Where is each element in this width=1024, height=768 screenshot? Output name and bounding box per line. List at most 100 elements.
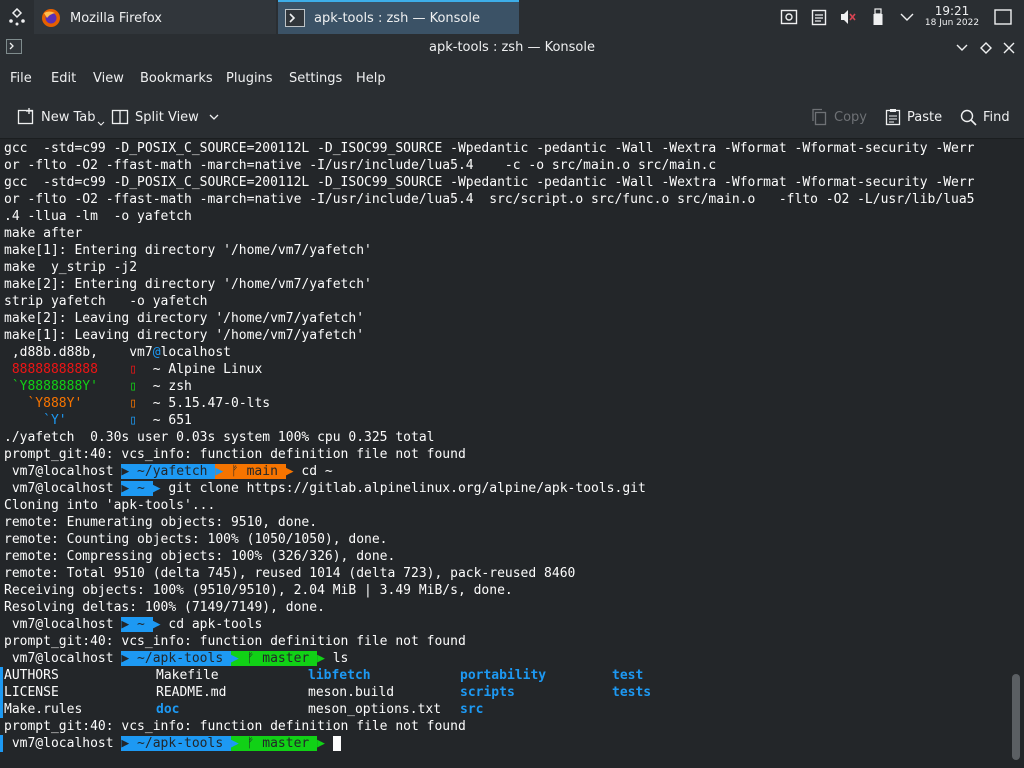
copy-label: Copy [834, 109, 867, 125]
ls-row: meson_options.txt [308, 701, 441, 718]
close-button[interactable] [1000, 39, 1018, 57]
terminal-line: prompt_git:40: vcs_info: function defini… [4, 719, 466, 734]
ls-dir: doc [156, 702, 180, 717]
ls-dir: src [460, 702, 484, 717]
terminal-line: Resolving deltas: 100% (7149/7149), done… [4, 600, 325, 615]
prompt-arrow: ▶ [285, 464, 294, 479]
prompt-arrow: ▶ [121, 617, 130, 632]
ls-row: meson.build [308, 684, 394, 701]
prompt-line: vm7@localhost ▶ ~/apk-tools ▶ ᚠ master ▶ [4, 735, 341, 752]
split-view-label: Split View [135, 109, 199, 125]
packages-icon: ▯ [129, 413, 138, 428]
close-icon [1003, 42, 1015, 54]
ls-row: LICENSE [4, 684, 59, 701]
new-tab-label: New Tab [41, 109, 96, 125]
menu-plugins[interactable]: Plugins [226, 71, 273, 86]
ls-entry: LICENSE [4, 685, 59, 700]
terminal-line: make after [4, 226, 83, 241]
clock-date: 18 Jun 2022 [924, 18, 980, 28]
fetch-user: vm7 [129, 345, 153, 360]
tray-vault[interactable] [778, 0, 800, 34]
find-button[interactable]: Find [960, 106, 1010, 128]
tray-volume[interactable] [837, 0, 859, 34]
prompt-host: vm7@localhost [4, 736, 122, 751]
terminal-line: make[2]: Leaving directory '/home/vm7/ya… [4, 311, 365, 326]
selection-marker [0, 667, 3, 718]
alpine-logo-line: `Y8888888Y' [4, 379, 98, 394]
selection-marker [0, 735, 3, 752]
dropdown-arrow-icon [97, 121, 104, 126]
fetch-shell: zsh [168, 379, 192, 394]
ls-entry: Make.rules [4, 702, 83, 717]
prompt-host: vm7@localhost [4, 617, 122, 632]
show-desktop-button[interactable] [990, 0, 1016, 34]
chevron-down-icon [900, 13, 914, 21]
terminal-line: remote: Compressing objects: 100% (326/3… [4, 549, 396, 564]
terminal-view[interactable]: gcc -std=c99 -D_POSIX_C_SOURCE=200112L -… [0, 139, 1008, 768]
split-view-icon [111, 109, 129, 125]
task-firefox[interactable]: Mozilla Firefox [34, 0, 276, 34]
prompt-line: vm7@localhost ▶ ~ ▶ cd apk-tools [4, 616, 262, 633]
terminal-line: or -flto -O2 -ffast-math -march=native -… [4, 192, 975, 207]
terminal-line: prompt_git:40: vcs_info: function defini… [4, 447, 466, 462]
ls-row: test [612, 667, 643, 684]
copy-button[interactable]: Copy [810, 106, 867, 128]
prompt-branch: ᚠ main [223, 464, 286, 479]
search-icon [960, 109, 977, 126]
prompt-arrow: ▶ [317, 736, 325, 751]
clipboard-icon [811, 9, 827, 26]
menu-settings[interactable]: Settings [289, 71, 342, 86]
ls-row: Makefile [156, 667, 219, 684]
terminal-scrollbar[interactable] [1008, 139, 1024, 768]
menu-bookmarks[interactable]: Bookmarks [140, 71, 213, 86]
copy-icon [812, 108, 827, 126]
firefox-icon [40, 7, 62, 29]
text-cursor [332, 736, 341, 751]
maximize-button[interactable] [977, 39, 995, 57]
terminal-line: or -flto -O2 -ffast-math -march=native -… [4, 158, 717, 173]
launcher-icon [9, 8, 25, 26]
ls-entry: Makefile [156, 668, 219, 683]
window-titlebar[interactable]: apk-tools : zsh — Konsole [0, 34, 1024, 62]
split-view-button[interactable]: Split View [111, 106, 225, 128]
prompt-branch: ᚠ master [238, 736, 318, 751]
prompt-arrow: ▶ [152, 481, 161, 496]
menu-edit[interactable]: Edit [51, 71, 76, 86]
prompt-dir: ~ [129, 481, 153, 496]
task-konsole[interactable]: apk-tools : zsh — Konsole [278, 0, 519, 34]
prompt-command: ls [332, 651, 349, 666]
prompt-command: git clone https://gitlab.alpinelinux.org… [168, 481, 646, 496]
terminal-line: make[1]: Leaving directory '/home/vm7/ya… [4, 328, 365, 343]
window-title: apk-tools : zsh — Konsole [429, 40, 595, 55]
clock-time: 19:21 [934, 4, 970, 18]
scrollbar-thumb[interactable] [1012, 674, 1020, 760]
ls-entry: README.md [156, 685, 227, 700]
terminal-line: gcc -std=c99 -D_POSIX_C_SOURCE=200112L -… [4, 141, 975, 156]
menu-view[interactable]: View [93, 71, 124, 86]
alpine-logo-line: `Y' [4, 413, 67, 428]
tray-usb[interactable] [868, 0, 888, 34]
application-launcher[interactable] [0, 0, 34, 34]
terminal-line: ./yafetch 0.30s user 0.03s system 100% c… [4, 430, 435, 445]
paste-button[interactable]: Paste [885, 106, 942, 128]
toolbar: New Tab Split View Copy Paste Find [0, 94, 1024, 139]
menu-help[interactable]: Help [356, 71, 386, 86]
minimize-button[interactable] [953, 39, 971, 57]
ls-dir: libfetch [308, 668, 371, 683]
terminal-line: Cloning into 'apk-tools'... [4, 498, 216, 513]
terminal-line: remote: Enumerating objects: 9510, done. [4, 515, 318, 530]
prompt-arrow: ▶ [121, 736, 130, 751]
task-label: apk-tools : zsh — Konsole [314, 10, 480, 26]
ls-dir: test [612, 668, 644, 683]
new-tab-button[interactable]: New Tab [17, 106, 111, 128]
tray-clipboard[interactable] [808, 0, 830, 34]
kernel-icon: ▯ [129, 396, 138, 411]
terminal-line: make[2]: Entering directory '/home/vm7/y… [4, 277, 372, 292]
prompt-arrow: ▶ [230, 651, 239, 666]
digital-clock[interactable]: 19:21 18 Jun 2022 [922, 5, 982, 29]
diamond-icon [980, 42, 992, 54]
tray-expand[interactable] [896, 0, 918, 34]
ls-row: README.md [156, 684, 226, 701]
prompt-dir: ~/apk-tools [129, 736, 231, 751]
menu-file[interactable]: File [10, 71, 32, 86]
